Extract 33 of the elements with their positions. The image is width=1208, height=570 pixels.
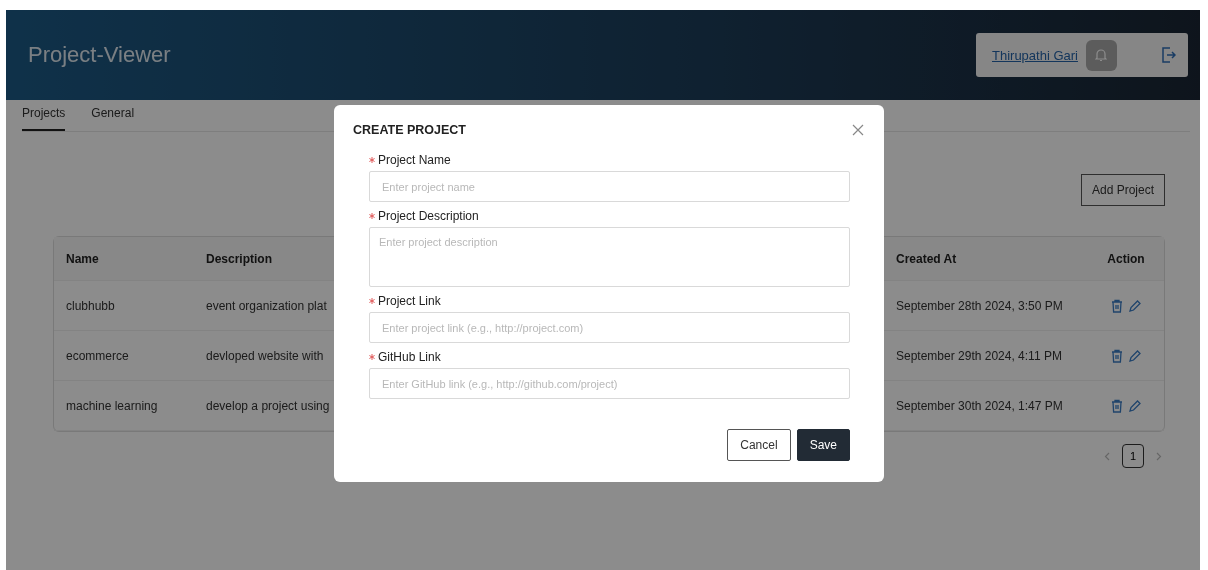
bell-icon: [1095, 48, 1108, 62]
field-label: GitHub Link: [378, 350, 441, 364]
table-cell: clubhubb: [54, 281, 194, 331]
save-button[interactable]: Save: [796, 429, 850, 461]
trash-icon[interactable]: [1111, 348, 1123, 363]
column-header: Created At: [884, 237, 1088, 281]
field-label: Project Name: [378, 153, 451, 167]
trash-icon[interactable]: [1111, 298, 1123, 313]
input-field[interactable]: Enter project link (e.g., http://project.com): [369, 312, 850, 343]
notification-button[interactable]: [1086, 39, 1117, 71]
input-field[interactable]: Enter project name: [369, 171, 850, 202]
table-cell: machine learning: [54, 381, 194, 431]
pencil-icon[interactable]: [1129, 399, 1141, 412]
dialog-title: CREATE PROJECT: [353, 123, 466, 137]
tab[interactable]: General: [91, 106, 135, 131]
column-header: Name: [54, 237, 194, 281]
field-label: Project Link: [378, 294, 441, 308]
table-cell: ecommerce: [54, 331, 194, 381]
pencil-icon[interactable]: [1129, 349, 1141, 362]
close-button[interactable]: [851, 123, 865, 137]
add-project-button[interactable]: Add Project: [1080, 174, 1165, 206]
column-header: Action: [1088, 237, 1164, 281]
input-field[interactable]: Enter GitHub link (e.g., http://github.com/project): [369, 368, 850, 399]
pencil-icon[interactable]: [1129, 299, 1141, 312]
cancel-button[interactable]: Cancel: [727, 429, 791, 461]
page-button[interactable]: 1: [1122, 444, 1144, 468]
app-title: Project-Viewer: [28, 42, 171, 68]
logout-icon[interactable]: [1162, 47, 1176, 63]
tab[interactable]: Projects: [22, 106, 66, 131]
field-label: Project Description: [378, 209, 479, 223]
user-link[interactable]: Thirupathi Gari: [992, 47, 1078, 63]
trash-icon[interactable]: [1111, 398, 1123, 413]
description-field[interactable]: Enter project description: [369, 227, 850, 287]
